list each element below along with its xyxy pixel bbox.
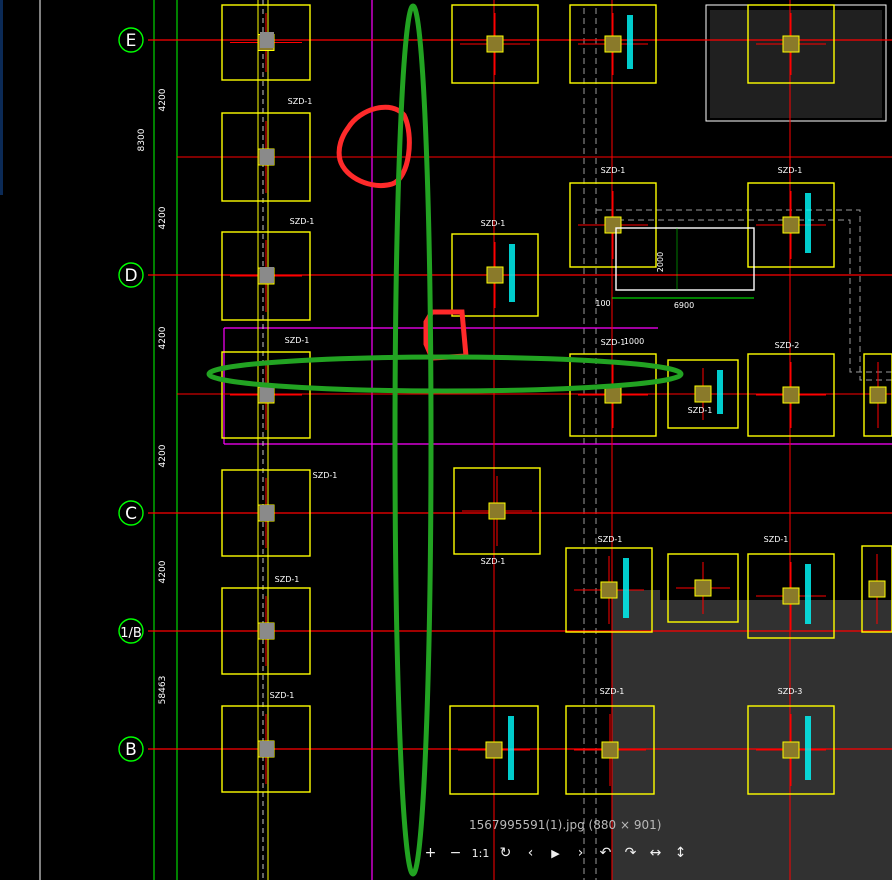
svg-text:E: E xyxy=(126,31,137,51)
actual-size-button[interactable]: 1:1 xyxy=(468,842,493,864)
flip-horizontal-button[interactable]: ↔ xyxy=(643,842,668,864)
footing-tag: SZD-1 xyxy=(290,217,315,226)
dimension-text: 4200 xyxy=(158,444,168,467)
dimension-text: 4200 xyxy=(158,560,168,583)
box-dimension-text: 2000 xyxy=(656,252,665,272)
next-button[interactable]: › xyxy=(568,842,593,864)
hatched-area-top-right xyxy=(705,4,887,122)
footing-tag: SZD-1 xyxy=(764,535,789,544)
dimension-text: 4200 xyxy=(158,88,168,111)
dimension-text: 8300 xyxy=(137,128,147,151)
footing-tag: SZD-1 xyxy=(601,338,626,347)
dimension-text: 4200 xyxy=(158,206,168,229)
svg-text:C: C xyxy=(125,504,137,524)
zoom-in-button[interactable]: + xyxy=(418,842,443,864)
flip-vertical-button[interactable]: ↕ xyxy=(668,842,693,864)
column-marker xyxy=(260,386,274,402)
rotate-right-button[interactable]: ↷ xyxy=(618,842,643,864)
footing-tag: SZD-1 xyxy=(601,166,626,175)
viewer-toolbar: + − 1:1 ↻ ‹ ▶ › ↶ ↷ ↔ ↕ xyxy=(418,842,693,864)
box-dimension-text: 6900 xyxy=(674,301,694,310)
footing-tag: SZD-1 xyxy=(285,336,310,345)
svg-text:1/B: 1/B xyxy=(120,626,142,641)
image-caption: 1567995591(1).jpg (880 × 901) xyxy=(469,818,662,832)
image-viewer: SZD-1 SZD-1 SZD-1 SZD-1 SZD-1 SZD-1 SZD-1 SZD-1… xyxy=(0,0,892,880)
previous-button[interactable]: ‹ xyxy=(518,842,543,864)
zoom-out-button[interactable]: − xyxy=(443,842,468,864)
box-dimension-text: 100 xyxy=(595,299,610,308)
footing-tag: SZD-1 xyxy=(481,219,506,228)
play-button[interactable]: ▶ xyxy=(543,842,568,864)
cad-drawing: SZD-1 SZD-1 SZD-1 SZD-1 SZD-1 SZD-1 SZD-1 SZD-1… xyxy=(0,0,892,880)
footing-tag: SZD-1 xyxy=(275,575,300,584)
footing-tag: SZD-1 xyxy=(288,97,313,106)
footing-tag: SZD-1 xyxy=(481,557,506,566)
svg-text:B: B xyxy=(125,740,137,760)
dimension-text: 58463 xyxy=(158,676,168,705)
rotate-left-button[interactable]: ↶ xyxy=(593,842,618,864)
dimension-text: 4200 xyxy=(158,326,168,349)
box-dimension-text: 1000 xyxy=(624,337,644,346)
footing-tag: SZD-1 xyxy=(688,406,713,415)
footing-tag: SZD-1 xyxy=(270,691,295,700)
footing-tag: SZD-1 xyxy=(313,471,338,480)
footing-tag: SZD-1 xyxy=(598,535,623,544)
footing-tag: SZD-1 xyxy=(600,687,625,696)
footing-tag: SZD-1 xyxy=(778,166,803,175)
column-marker xyxy=(260,32,274,48)
svg-text:D: D xyxy=(124,266,137,286)
column-marker xyxy=(260,149,274,165)
column-marker xyxy=(260,505,274,521)
column-marker xyxy=(260,741,274,757)
footing-tag: SZD-3 xyxy=(778,687,803,696)
column-marker xyxy=(260,623,274,639)
column-marker xyxy=(260,267,274,283)
footing-tag: SZD-2 xyxy=(775,341,800,350)
window-edge xyxy=(0,0,3,195)
rotate-button[interactable]: ↻ xyxy=(493,842,518,864)
